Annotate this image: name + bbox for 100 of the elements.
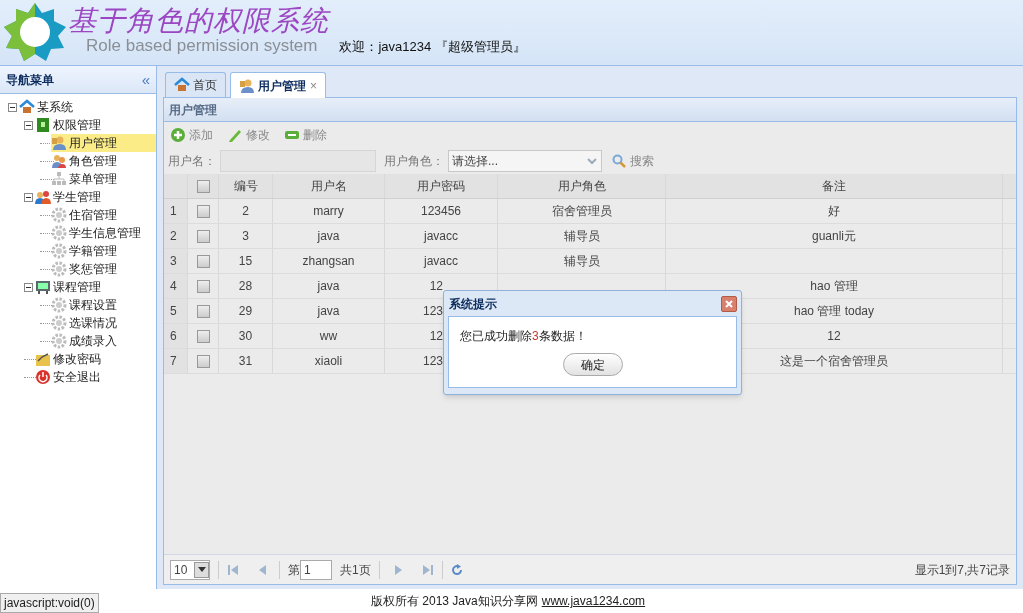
table-cell-text: 31	[238, 353, 253, 370]
collapse-toggle[interactable]	[24, 120, 33, 130]
collapse-toggle[interactable]	[8, 102, 17, 112]
previous-page-icon[interactable]	[257, 563, 267, 576]
column-header[interactable]: 用户名	[273, 174, 385, 198]
pager-label: 共1页	[340, 561, 371, 579]
tree-item[interactable]: 学籍管理	[51, 242, 119, 260]
gear-icon	[51, 333, 67, 349]
table-cell-text: javacc	[424, 228, 458, 245]
role-dropdown[interactable]: 请选择...	[448, 150, 602, 172]
people-icon	[51, 153, 67, 169]
row-number: 5	[164, 299, 188, 323]
logo-icon	[4, 3, 66, 61]
chevron-icon	[585, 155, 599, 167]
table-cell-text: zhangsan	[302, 253, 355, 270]
checkbox[interactable]	[196, 304, 210, 318]
sitemap-icon	[51, 171, 67, 187]
row-number: 4	[164, 274, 188, 298]
refresh-icon[interactable]	[450, 563, 463, 576]
table-cell-text: marry	[313, 203, 344, 220]
checkbox[interactable]	[196, 204, 210, 218]
table-cell-text: 辅导员	[563, 228, 600, 245]
tab[interactable]: 首页	[165, 72, 226, 97]
table-cell-text: 30	[238, 328, 253, 345]
tree-item[interactable]: 某系统	[19, 98, 75, 116]
table-cell-text: 12	[429, 328, 443, 345]
tree-item[interactable]: 权限管理	[35, 116, 103, 134]
column-header[interactable]: 用户密码	[385, 174, 498, 198]
pager-label: 第	[288, 561, 300, 579]
table-cell-text: 2	[242, 203, 249, 220]
table-cell-text: xiaoli	[314, 353, 343, 370]
row-number: 1	[164, 199, 188, 223]
row-number: 7	[164, 349, 188, 373]
column-header[interactable]: 编号	[219, 174, 273, 198]
page-size-select[interactable]: 10	[170, 559, 210, 580]
next-page-icon[interactable]	[393, 563, 404, 576]
gear-icon	[51, 315, 67, 331]
tree-item[interactable]: 奖惩管理	[51, 260, 119, 278]
checkbox[interactable]	[196, 229, 210, 243]
tree-item[interactable]: 菜单管理	[51, 170, 119, 188]
house-icon	[19, 99, 35, 115]
tree-item[interactable]: 角色管理	[51, 152, 119, 170]
table-cell-text: java	[317, 228, 340, 245]
tree-item[interactable]: 课程管理	[35, 278, 103, 296]
power-icon	[35, 369, 51, 385]
gear-icon	[51, 243, 67, 259]
tree-item[interactable]: 成绩录入	[51, 332, 119, 350]
last-page-icon[interactable]	[421, 563, 434, 576]
row-number: 3	[164, 249, 188, 273]
close-button[interactable]	[721, 295, 737, 312]
checkbox[interactable]	[196, 279, 210, 293]
first-page-icon[interactable]	[227, 563, 239, 576]
gear-icon	[51, 225, 67, 241]
tree-item[interactable]: 用户管理	[51, 134, 156, 152]
table-cell-text: 好	[828, 203, 840, 220]
column-header[interactable]: 用户角色	[498, 174, 666, 198]
row-number: 2	[164, 224, 188, 248]
tree-item[interactable]: 学生信息管理	[51, 224, 143, 242]
close-tab-button[interactable]: ×	[310, 76, 317, 95]
app-subtitle: Role based permission system	[86, 36, 318, 56]
tree-item[interactable]: 修改密码	[35, 350, 103, 368]
table-cell-text: guanli元	[812, 228, 856, 245]
table-cell-text: 12	[827, 328, 841, 345]
checkbox[interactable]	[196, 179, 210, 193]
pencil-icon	[227, 127, 243, 143]
site-link[interactable]: www.java1234.com	[541, 592, 646, 610]
tree-item[interactable]: 选课情况	[51, 314, 119, 332]
field-label: 用户角色：	[384, 153, 444, 170]
plus-icon	[170, 127, 186, 143]
collapse-toggle[interactable]	[24, 192, 33, 202]
person-icon	[51, 135, 67, 151]
table-cell-text: ww	[319, 328, 338, 345]
tree-item[interactable]: 住宿管理	[51, 206, 119, 224]
table-cell-text: java	[317, 303, 340, 320]
checkbox[interactable]	[196, 329, 210, 343]
copyright-text: 版权所有 2013 Java知识分享网	[371, 593, 538, 610]
table-cell-text: hao 管理	[810, 278, 858, 295]
close-icon	[724, 298, 734, 309]
table-cell-text: java	[317, 278, 340, 295]
welcome-text: 欢迎：java1234 『超级管理员』	[339, 38, 526, 56]
house-icon	[174, 77, 190, 93]
gear-icon	[51, 261, 67, 277]
folder-icon	[35, 351, 51, 367]
collapse-toggle[interactable]	[24, 282, 33, 292]
row-number: 6	[164, 324, 188, 348]
ok-button[interactable]: 确定	[562, 353, 623, 376]
checkbox[interactable]	[196, 254, 210, 268]
people-icon	[35, 189, 51, 205]
tree-item[interactable]: 安全退出	[35, 368, 103, 386]
tree-item[interactable]: 学生管理	[35, 188, 103, 206]
record-count-text: 显示1到7,共7记录	[914, 561, 1010, 579]
table-cell-text: javacc	[424, 253, 458, 270]
collapse-button[interactable]: «	[141, 72, 150, 87]
column-header[interactable]: 备注	[666, 174, 1003, 198]
tree-item[interactable]: 课程设置	[51, 296, 119, 314]
table-cell-text: 28	[238, 278, 253, 295]
search-icon	[612, 154, 626, 168]
checkbox[interactable]	[196, 354, 210, 368]
tab[interactable]: 用户管理 ×	[230, 72, 326, 98]
page-field[interactable]: 1	[300, 559, 332, 580]
